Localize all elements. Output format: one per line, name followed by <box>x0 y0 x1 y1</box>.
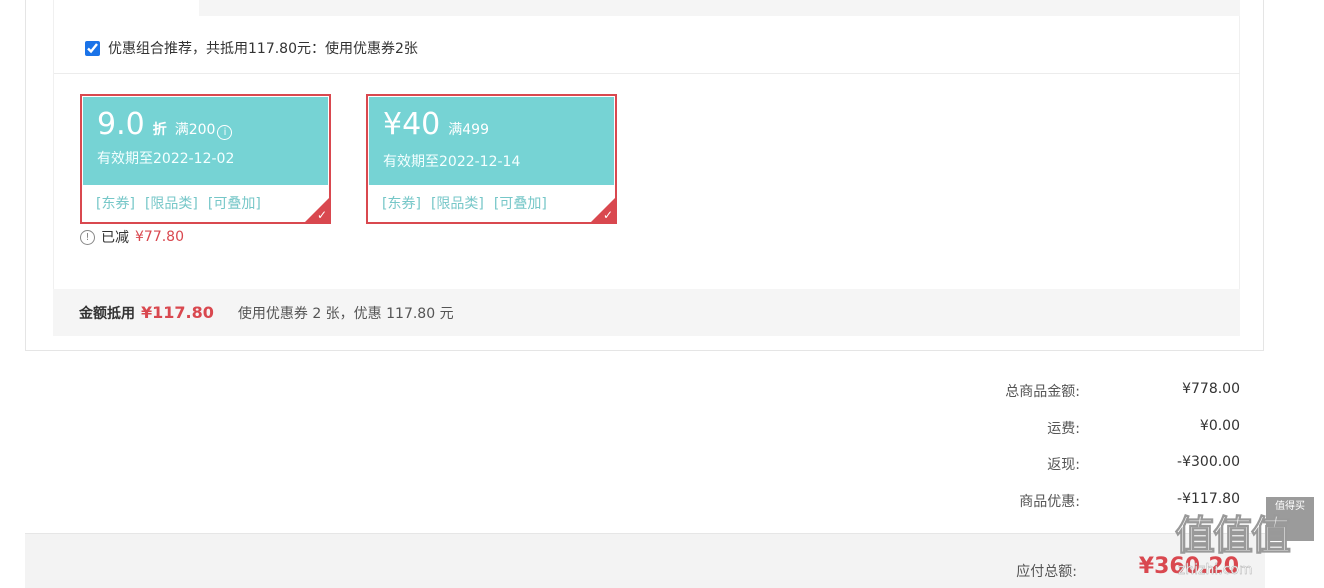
summary-label: 金额抵用 <box>79 305 135 322</box>
coupon-tag: [东券] <box>96 196 135 212</box>
coupon-header: ¥40 满499 有效期至2022-12-14 <box>369 97 614 185</box>
watermark-url: zhizhi.com <box>1178 562 1253 578</box>
totals-value: ¥0.00 <box>1199 417 1240 434</box>
coupon-amount: 9.0 <box>97 107 145 142</box>
totals-label: 总商品金额: <box>1005 384 1080 400</box>
coupon-valid-until: 有效期至2022-12-14 <box>383 154 521 170</box>
reduced-value: ¥77.80 <box>135 229 184 245</box>
summary-description: 使用优惠券 2 张，优惠 117.80 元 <box>237 305 454 322</box>
reduced-label: 已减 <box>101 230 129 246</box>
totals-label: 运费: <box>1047 420 1080 437</box>
totals-label: 商品优惠: <box>1019 493 1080 510</box>
combo-recommend-row[interactable]: 优惠组合推荐，共抵用117.80元：使用优惠券2张 <box>85 38 418 58</box>
reduced-amount-row: ! 已减 ¥77.80 <box>80 227 184 247</box>
coupon-tab-active[interactable] <box>54 0 199 16</box>
coupon-tag: [可叠加] <box>493 196 547 212</box>
coupon-summary-bar: 金额抵用 ¥117.80 使用优惠券 2 张，优惠 117.80 元 <box>53 289 1240 336</box>
coupon-tag: [限品类] <box>144 196 198 212</box>
check-icon: ✓ <box>316 208 327 222</box>
totals-value: -¥300.00 <box>1177 454 1240 470</box>
combo-recommend-label: 优惠组合推荐，共抵用117.80元：使用优惠券2张 <box>108 41 418 57</box>
coupon-amount: ¥40 <box>383 107 441 142</box>
summary-amount: ¥117.80 <box>141 303 214 322</box>
totals-value: ¥778.00 <box>1182 381 1240 397</box>
totals-row: 返现: -¥300.00 <box>900 454 1240 491</box>
combo-recommend-checkbox[interactable] <box>85 40 100 56</box>
coupon-condition: 满200 <box>174 122 216 138</box>
coupon-tag: [可叠加] <box>207 196 261 212</box>
coupon-tag: [限品类] <box>430 196 484 212</box>
coupon-tags: [东券] [限品类] [可叠加] <box>382 193 547 213</box>
totals-row: 运费: ¥0.00 <box>900 418 1240 455</box>
info-icon[interactable]: i <box>217 125 233 140</box>
exclamation-icon: ! <box>80 229 95 245</box>
check-icon: ✓ <box>602 208 613 222</box>
coupon-amount-row: 9.0 折 满200 i <box>97 107 233 142</box>
coupon-valid-until: 有效期至2022-12-02 <box>97 151 235 167</box>
coupon-tags: [东券] [限品类] [可叠加] <box>96 193 261 213</box>
coupon-condition: 满499 <box>448 122 489 138</box>
coupon-amount-row: ¥40 满499 <box>383 107 489 142</box>
totals-row: 总商品金额: ¥778.00 <box>900 381 1240 418</box>
coupon-tag: [东券] <box>382 196 421 212</box>
payable-bar: 应付总额: ¥360.20 <box>25 533 1265 588</box>
coupon-card[interactable]: ¥40 满499 有效期至2022-12-14 [东券] [限品类] [可叠加]… <box>366 94 617 224</box>
divider <box>54 73 1240 74</box>
coupon-tab-bar <box>54 0 1240 16</box>
coupon-card[interactable]: 9.0 折 满200 i 有效期至2022-12-02 [东券] [限品类] [… <box>80 94 331 224</box>
payable-label: 应付总额: <box>1016 564 1077 580</box>
totals-label: 返现: <box>1047 457 1080 473</box>
watermark-logo: 值值值 <box>1175 513 1292 560</box>
coupon-unit: 折 <box>152 122 167 138</box>
coupon-header: 9.0 折 满200 i 有效期至2022-12-02 <box>83 97 328 185</box>
